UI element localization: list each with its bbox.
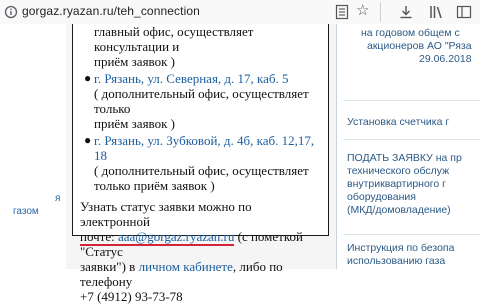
office1-desc-line2: приём заявок ) <box>94 54 175 69</box>
phone-number: +7 (4912) 93-73-78 <box>80 289 183 304</box>
office3-desc-line1: ( дополнительный офис, осуществляет <box>94 163 309 178</box>
office3-address-link[interactable]: г. Рязань, ул. Зубковой, д. 4б, каб. 12,… <box>94 133 314 163</box>
bullet-icon: ● <box>84 133 92 147</box>
left-nav-link[interactable]: я газом <box>0 192 60 218</box>
personal-cabinet-link[interactable]: личном кабинете <box>139 259 233 274</box>
left-nav-line-2: газом <box>13 206 39 217</box>
sidebar-divider <box>343 139 480 140</box>
office1-desc-line1: главный офис, осуществляет консультации … <box>94 24 254 54</box>
main-content: главный офис, осуществляет консультации … <box>66 24 336 304</box>
apply-line1: ПОДАТЬ ЗАЯВКУ на пр <box>347 152 462 164</box>
office2-desc-line2: приём заявок ) <box>94 116 175 131</box>
status-line1: Узнать статус заявки можно по электронно… <box>80 199 252 229</box>
bookmark-star-icon[interactable]: ☆ <box>356 3 372 19</box>
toolbar-divider <box>380 2 381 22</box>
office-list-item: ● г. Рязань, ул. Зубковой, д. 4б, каб. 1… <box>80 133 322 193</box>
notice-line2[interactable]: акционеров АО "Ряза <box>367 40 472 53</box>
apply-link[interactable]: ПОДАТЬ ЗАЯВКУ на пр технического обслуж … <box>347 152 462 217</box>
left-nav-line-1: я <box>55 193 61 204</box>
bullet-icon: ● <box>84 71 92 85</box>
download-icon[interactable] <box>398 4 414 20</box>
status-paragraph: Узнать статус заявки можно по электронно… <box>80 199 322 304</box>
sidebar-icon[interactable] <box>456 4 472 20</box>
url-text[interactable]: gorgaz.ryazan.ru/teh_connection <box>22 4 200 18</box>
status-text: заявки") в <box>80 259 136 274</box>
right-sidebar: на годовом общем с акционеров АО "Ряза 2… <box>336 24 480 269</box>
email-label: почте: <box>80 229 115 244</box>
office2-address-link[interactable]: г. Рязань, ул. Северная, д. 17, каб. 5 <box>94 71 289 86</box>
reader-mode-icon[interactable] <box>334 4 350 20</box>
left-column: я газом <box>0 24 66 269</box>
sidebar-divider <box>343 100 480 101</box>
office2-desc-line1: ( дополнительный офис, осуществляет толь… <box>94 86 309 116</box>
office3-desc-line2: только приём заявок ) <box>94 178 215 193</box>
sidebar-divider <box>343 234 480 235</box>
notice-date: 29.06.2018 <box>419 53 472 65</box>
apply-line3: внутриквартирного г <box>347 178 446 190</box>
notice-line1[interactable]: на годовом общем с <box>361 27 460 40</box>
office-list-item: ● г. Рязань, ул. Северная, д. 17, каб. 5… <box>80 71 322 131</box>
apply-line2: технического обслуж <box>347 165 450 177</box>
page-info-icon[interactable] <box>4 5 18 19</box>
library-icon[interactable] <box>428 4 444 20</box>
instruction-line2: использованию газа <box>347 255 446 267</box>
instruction-link[interactable]: Инструкция по безопа использованию газа <box>347 242 454 268</box>
instruction-line1: Инструкция по безопа <box>347 242 455 254</box>
status-line3: заявки") в личном кабинете, либо по теле… <box>80 259 322 289</box>
meter-install-link[interactable]: Установка счетчика г <box>347 116 449 129</box>
contacts-card: главный офис, осуществляет консультации … <box>72 24 329 304</box>
apply-line4: оборудования <box>347 191 416 203</box>
status-line2: почте: aaa@gorgaz.ryazan.ru (с пометкой … <box>80 229 322 259</box>
page-content: я газом главный офис, осуществляет консу… <box>0 24 480 304</box>
email-link[interactable]: aaa@gorgaz.ryazan.ru <box>118 229 234 244</box>
address-bar[interactable]: gorgaz.ryazan.ru/teh_connection ☆ <box>0 0 480 25</box>
apply-line5: (МКД/домовладение) <box>347 204 451 216</box>
